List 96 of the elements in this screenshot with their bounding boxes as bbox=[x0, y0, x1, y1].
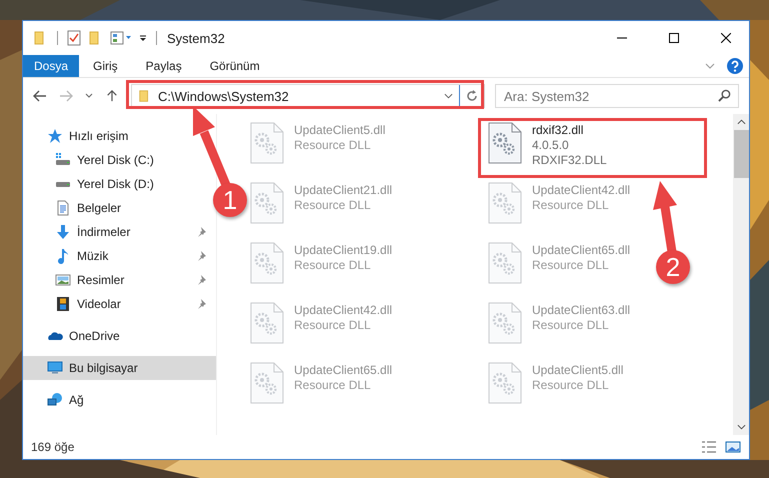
refresh-icon[interactable] bbox=[465, 89, 479, 103]
sidebar-item[interactable]: Bu bilgisayar bbox=[23, 356, 216, 380]
file-name: UpdateClient42.dll bbox=[294, 302, 392, 318]
sidebar-item[interactable]: Hızlı erişim bbox=[23, 124, 216, 148]
window-title: System32 bbox=[167, 30, 225, 46]
sidebar-label: OneDrive bbox=[69, 329, 120, 343]
sidebar-label: Ağ bbox=[69, 393, 84, 407]
gear-file-icon bbox=[250, 242, 284, 284]
large-icons-view-icon[interactable] bbox=[725, 440, 741, 454]
sidebar-label: Yerel Disk (D:) bbox=[77, 177, 154, 191]
details-view-icon[interactable] bbox=[701, 440, 717, 454]
scroll-down-icon[interactable] bbox=[736, 424, 746, 430]
drive-icon bbox=[55, 152, 71, 168]
gear-file-icon bbox=[488, 302, 522, 344]
pin-icon[interactable] bbox=[196, 227, 206, 237]
document-icon bbox=[55, 200, 71, 216]
file-item[interactable]: rdxif32.dll 4.0.5.0 RDXIF32.DLL bbox=[488, 122, 607, 172]
sidebar-item[interactable]: Müzik bbox=[23, 244, 216, 268]
sidebar-label: Müzik bbox=[77, 249, 108, 263]
file-name: UpdateClient21.dll bbox=[294, 182, 392, 198]
address-field[interactable]: C:\Windows\System32 bbox=[131, 84, 485, 108]
file-name: UpdateClient65.dll bbox=[532, 242, 630, 258]
picture-icon bbox=[55, 272, 71, 288]
file-detail: RDXIF32.DLL bbox=[532, 153, 607, 168]
file-name: UpdateClient42.dll bbox=[532, 182, 630, 198]
sidebar-label: Yerel Disk (C:) bbox=[77, 153, 154, 167]
file-detail: 4.0.5.0 bbox=[532, 138, 570, 153]
recent-locations-icon[interactable] bbox=[85, 93, 93, 99]
film-icon bbox=[55, 296, 71, 312]
properties-icon[interactable] bbox=[110, 30, 132, 46]
dropdown-icon[interactable] bbox=[444, 93, 453, 99]
file-detail: Resource DLL bbox=[294, 318, 372, 333]
checklist-icon[interactable] bbox=[66, 30, 82, 46]
help-icon[interactable] bbox=[727, 58, 743, 74]
file-name: UpdateClient19.dll bbox=[294, 242, 392, 258]
file-name: UpdateClient63.dll bbox=[532, 302, 630, 318]
pin-icon[interactable] bbox=[196, 251, 206, 261]
sidebar-item[interactable]: Belgeler bbox=[23, 196, 216, 220]
search-icon[interactable] bbox=[718, 89, 731, 102]
sidebar-item[interactable]: Videolar bbox=[23, 292, 216, 316]
gear-file-icon bbox=[488, 122, 522, 164]
ribbon-tab[interactable]: Görünüm bbox=[196, 55, 274, 77]
file-detail: Resource DLL bbox=[294, 378, 372, 393]
pin-icon[interactable] bbox=[196, 275, 206, 285]
file-detail: Resource DLL bbox=[532, 258, 610, 273]
sidebar-label: Belgeler bbox=[77, 201, 122, 215]
sidebar-item[interactable]: OneDrive bbox=[23, 324, 216, 348]
gear-file-icon bbox=[250, 302, 284, 344]
arrow bbox=[653, 181, 677, 253]
sidebar-item[interactable]: Yerel Disk (D:) bbox=[23, 172, 216, 196]
file-name: rdxif32.dll bbox=[532, 122, 584, 138]
maximize-icon bbox=[669, 33, 679, 43]
sidebar-item[interactable]: Resimler bbox=[23, 268, 216, 292]
gear-file-icon bbox=[488, 182, 522, 224]
monitor-icon bbox=[47, 360, 63, 376]
sidebar-label: Hızlı erişim bbox=[69, 129, 128, 143]
file-name: UpdateClient65.dll bbox=[294, 362, 392, 378]
sidebar-label: İndirmeler bbox=[77, 225, 130, 239]
network-icon bbox=[47, 392, 63, 408]
file-detail: Resource DLL bbox=[294, 258, 372, 273]
gear-file-icon bbox=[488, 362, 522, 404]
scrollbar[interactable] bbox=[733, 114, 749, 435]
expand-ribbon-icon[interactable] bbox=[705, 63, 715, 69]
gear-file-icon bbox=[250, 182, 284, 224]
ribbon-tab[interactable]: Paylaş bbox=[132, 55, 196, 77]
file-name: UpdateClient5.dll bbox=[294, 122, 386, 138]
star-icon bbox=[47, 128, 63, 144]
sidebar-item[interactable]: Ağ bbox=[23, 388, 216, 412]
file-detail: Resource DLL bbox=[294, 138, 372, 153]
sidebar-item[interactable]: İndirmeler bbox=[23, 220, 216, 244]
gear-file-icon bbox=[250, 362, 284, 404]
search-field[interactable]: Ara: System32 bbox=[495, 84, 739, 108]
close-icon bbox=[721, 33, 731, 43]
file-detail: Resource DLL bbox=[532, 378, 610, 393]
pin-icon[interactable] bbox=[196, 299, 206, 309]
scrollbar-thumb[interactable] bbox=[734, 130, 748, 178]
item-count: 169 öğe bbox=[31, 440, 74, 454]
scroll-up-icon[interactable] bbox=[736, 119, 746, 125]
sidebar-item[interactable]: Yerel Disk (C:) bbox=[23, 148, 216, 172]
file-name: UpdateClient5.dll bbox=[532, 362, 624, 378]
gear-file-icon bbox=[250, 122, 284, 164]
sidebar-label: Bu bilgisayar bbox=[69, 361, 138, 375]
up-icon[interactable] bbox=[105, 90, 119, 102]
ribbon-tab[interactable]: Dosya bbox=[23, 55, 79, 77]
address-path: C:\Windows\System32 bbox=[158, 88, 290, 104]
file-detail: Resource DLL bbox=[532, 318, 610, 333]
ribbon-tab[interactable]: Giriş bbox=[79, 55, 132, 77]
back-icon[interactable] bbox=[33, 90, 47, 102]
file-detail: Resource DLL bbox=[294, 198, 372, 213]
dropdown-icon[interactable] bbox=[138, 33, 148, 43]
drive-icon bbox=[55, 182, 71, 186]
file-detail: Resource DLL bbox=[532, 198, 610, 213]
sidebar-label: Videolar bbox=[77, 297, 121, 311]
sidebar-label: Resimler bbox=[77, 273, 124, 287]
download-icon bbox=[55, 224, 71, 240]
gear-file-icon bbox=[488, 242, 522, 284]
